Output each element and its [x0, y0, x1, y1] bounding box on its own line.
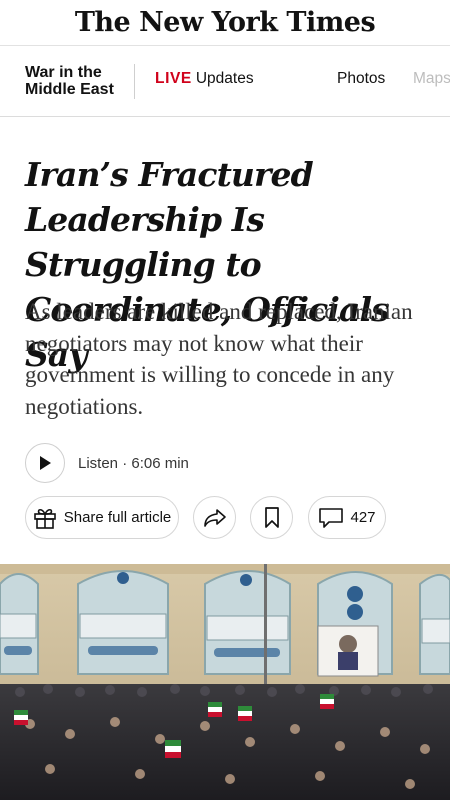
live-updates-link[interactable]: LIVE Updates: [155, 70, 254, 88]
gift-icon: [33, 508, 56, 529]
play-button[interactable]: [25, 443, 65, 483]
live-updates-text: Updates: [195, 70, 254, 87]
section-bar: War in the Middle East LIVE Updates Photo…: [0, 46, 450, 117]
nav-photos[interactable]: Photos: [337, 70, 385, 88]
crowd-rally-photo: [0, 564, 450, 800]
live-label: LIVE: [155, 70, 192, 87]
bookmark-icon: [264, 506, 279, 528]
share-full-article-button[interactable]: Share full article: [25, 496, 179, 539]
bookmark-button[interactable]: [250, 496, 293, 539]
lead-photo[interactable]: [0, 564, 450, 800]
nav-maps[interactable]: Maps: [413, 70, 450, 88]
listen-control[interactable]: Listen · 6:06 min: [25, 443, 189, 483]
article-actions: Share full article 427: [0, 496, 450, 540]
article-summary: As leaders are killed and replaced, Iran…: [25, 299, 413, 419]
share-arrow-icon: [203, 508, 226, 527]
section-title[interactable]: War in the Middle East: [25, 64, 125, 98]
nyt-logo[interactable]: The New York Times: [75, 7, 376, 38]
share-label: Share full article: [63, 509, 172, 526]
comments-button[interactable]: 427: [308, 496, 386, 539]
listen-duration: Listen · 6:06 min: [78, 454, 189, 472]
comment-count: 427: [350, 509, 376, 526]
share-button[interactable]: [193, 496, 236, 539]
comment-icon: [319, 507, 344, 528]
section-divider: [134, 64, 135, 99]
masthead: The New York Times: [0, 0, 450, 46]
play-icon: [40, 456, 51, 470]
